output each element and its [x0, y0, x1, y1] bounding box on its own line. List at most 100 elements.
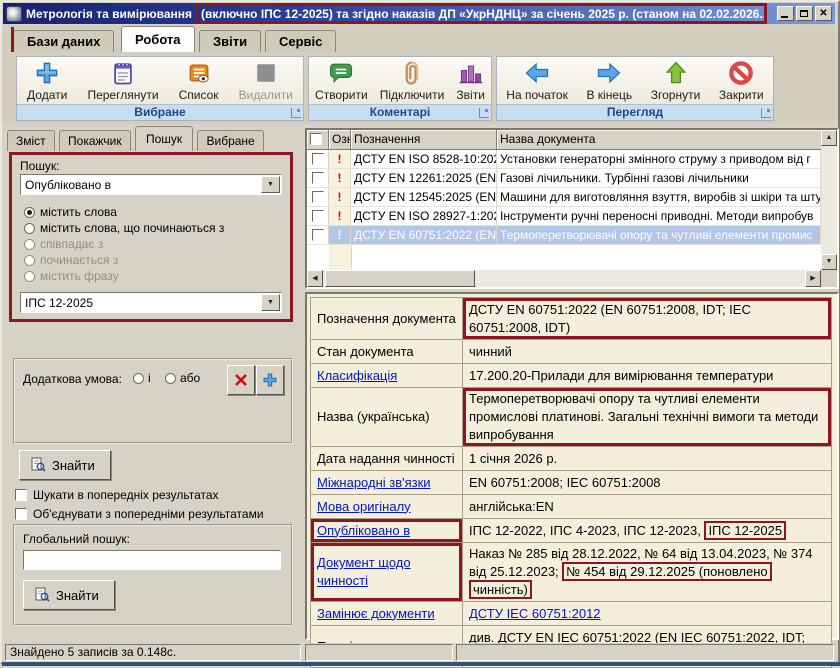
maximize-button[interactable] [796, 6, 813, 21]
query-select[interactable]: ІПС 12-2025 ▼ [20, 292, 282, 313]
additional-condition-group: Додаткова умова: і або [13, 358, 293, 444]
create-comment-button[interactable]: Створити [311, 58, 372, 103]
collapse-label: Згорнути [651, 88, 701, 102]
row-checkbox[interactable] [307, 226, 329, 245]
published-in-link[interactable]: Опубліковано в [317, 523, 410, 538]
sidebar-tab-index[interactable]: Покажчик [59, 130, 131, 151]
add-button[interactable]: Додати [23, 58, 71, 103]
row-checkbox[interactable] [307, 207, 329, 226]
detail-value-annotated: ДСТУ EN 60751:2022 (EN 60751:2008, IDT; … [463, 298, 832, 340]
prev-results-checkbox[interactable]: Шукати в попередніх результатах [15, 488, 219, 502]
sidebar-tab-favorites[interactable]: Вибране [197, 130, 263, 151]
tab-work[interactable]: Робота [121, 26, 195, 52]
scroll-left-icon[interactable]: ◀ [307, 270, 323, 287]
original-language-link[interactable]: Мова оригіналу [317, 499, 411, 514]
scroll-down-icon[interactable]: ▼ [821, 254, 837, 270]
result-row[interactable]: ! ДСТУ EN ISO 28927-1:202 Інструменти ру… [307, 207, 821, 226]
remove-condition-button[interactable] [227, 365, 255, 395]
vertical-scrollbar[interactable]: ▲ ▼ [821, 130, 837, 270]
ribbon-toolbar: Додати Переглянути Список Видалити Вибра… [3, 52, 835, 124]
close-button[interactable]: ✕ [815, 6, 832, 21]
dialog-launcher-icon[interactable] [291, 108, 301, 118]
close-icon: ✕ [816, 7, 831, 20]
radio-icon [24, 255, 35, 266]
warning-icon: ! [329, 169, 351, 188]
app-icon [6, 6, 22, 22]
list-eye-icon [185, 59, 213, 87]
select-all-header[interactable] [307, 130, 329, 150]
horizontal-scrollbar[interactable]: ◀ ▶ [307, 270, 821, 287]
tab-reports[interactable]: Звіти [199, 30, 261, 52]
match-option-label: співпадає з [40, 237, 103, 251]
detail-value: 1 січня 2026 р. [463, 447, 832, 471]
column-header-mark[interactable]: Озн [329, 130, 351, 150]
row-checkbox[interactable] [307, 188, 329, 207]
add-condition-button[interactable] [256, 365, 284, 395]
or-radio[interactable]: або [165, 371, 200, 385]
detail-row-status: Стан документа чинний [311, 340, 832, 364]
validity-document-link[interactable]: Документ щодо чинності [317, 555, 411, 588]
group-label-view: Перегляд [497, 104, 773, 120]
arrow-up-icon [662, 59, 690, 87]
add-button-label: Додати [27, 88, 67, 102]
status-cell [305, 644, 453, 661]
minimize-button[interactable] [777, 6, 794, 21]
detail-value: чинний [463, 340, 832, 364]
collapse-button[interactable]: Згорнути [647, 58, 705, 103]
scroll-thumb[interactable] [325, 270, 475, 287]
dialog-launcher-icon[interactable] [479, 108, 489, 118]
detail-row-intl-relations: Міжнародні зв'язки EN 60751:2008; IEC 60… [311, 471, 832, 495]
sidebar-tab-contents[interactable]: Зміст [7, 130, 55, 151]
code-cell: ДСТУ EN 12545:2025 (EN [351, 188, 497, 207]
search-field-select[interactable]: Опубліковано в ▼ [20, 174, 282, 195]
chevron-down-icon[interactable]: ▼ [261, 176, 280, 193]
toolbar-group-view: На початок В кінець Згорнути Закрити Пер… [496, 56, 774, 121]
detail-row-published-in: Опубліковано в ІПС 12-2022, ІПС 4-2023, … [311, 519, 832, 543]
global-find-button[interactable]: Знайти [23, 580, 115, 610]
replaced-document-link[interactable]: ДСТУ IEC 60751:2012 [469, 606, 601, 621]
comment-reports-button[interactable]: Звіти [452, 58, 489, 103]
merge-results-checkbox[interactable]: Об'єднувати з попередніми результатами [15, 507, 264, 521]
published-in-list: ІПС 12-2022, ІПС 4-2023, ІПС 12-2023, [469, 523, 704, 538]
code-cell: ДСТУ EN 12261:2025 (EN [351, 169, 497, 188]
global-search-input[interactable] [23, 550, 281, 570]
match-option-starts-words[interactable]: містить слова, що починаються з [24, 220, 224, 236]
warning-icon: ! [329, 207, 351, 226]
row-checkbox[interactable] [307, 169, 329, 188]
replaces-link[interactable]: Замінює документи [317, 606, 435, 621]
global-search-label: Глобальний пошук: [23, 532, 130, 546]
find-button[interactable]: Знайти [19, 450, 111, 480]
result-row-selected[interactable]: ! ДСТУ EN 60751:2022 (EN Термоперетворюв… [307, 226, 821, 245]
go-end-button[interactable]: В кінець [582, 58, 636, 103]
warning-icon: ! [329, 188, 351, 207]
classification-link[interactable]: Класифікація [317, 368, 397, 383]
sidebar-tabs: Зміст Покажчик Пошук Вибране [7, 126, 265, 150]
view-button[interactable]: Переглянути [83, 58, 162, 103]
attach-button[interactable]: Підключити [376, 58, 449, 103]
list-button[interactable]: Список [175, 58, 223, 103]
match-option-contains-words[interactable]: містить слова [24, 204, 224, 220]
sidebar-tab-search[interactable]: Пошук [135, 126, 193, 151]
tab-service[interactable]: Сервіс [265, 30, 336, 52]
and-radio[interactable]: і [133, 371, 151, 385]
column-header-designation[interactable]: Позначення [351, 130, 497, 150]
scroll-up-icon[interactable]: ▲ [821, 130, 837, 146]
tab-databases[interactable]: Бази даних [13, 30, 114, 52]
scroll-right-icon[interactable]: ▶ [805, 270, 821, 287]
result-row[interactable]: ! ДСТУ EN 12261:2025 (EN Газові лічильни… [307, 169, 821, 188]
row-checkbox[interactable] [307, 150, 329, 169]
search-doc-icon [34, 587, 50, 603]
chevron-down-icon[interactable]: ▼ [261, 294, 280, 311]
intl-relations-link[interactable]: Міжнародні зв'язки [317, 475, 431, 490]
go-start-button[interactable]: На початок [502, 58, 572, 103]
detail-label: Позначення документа [311, 298, 463, 340]
title-bar: Метрологія та вимірювання (включно ІПС 1… [3, 3, 835, 24]
minimize-icon [781, 16, 788, 18]
column-header-name[interactable]: Назва документа [497, 130, 821, 150]
result-row[interactable]: ! ДСТУ EN ISO 8528-10:202 Установки гене… [307, 150, 821, 169]
or-radio-label: або [180, 371, 200, 385]
result-row[interactable]: ! ДСТУ EN 12545:2025 (EN Машини для виго… [307, 188, 821, 207]
prev-results-label: Шукати в попередніх результатах [33, 488, 219, 502]
close-db-button[interactable]: Закрити [715, 58, 768, 103]
dialog-launcher-icon[interactable] [761, 108, 771, 118]
